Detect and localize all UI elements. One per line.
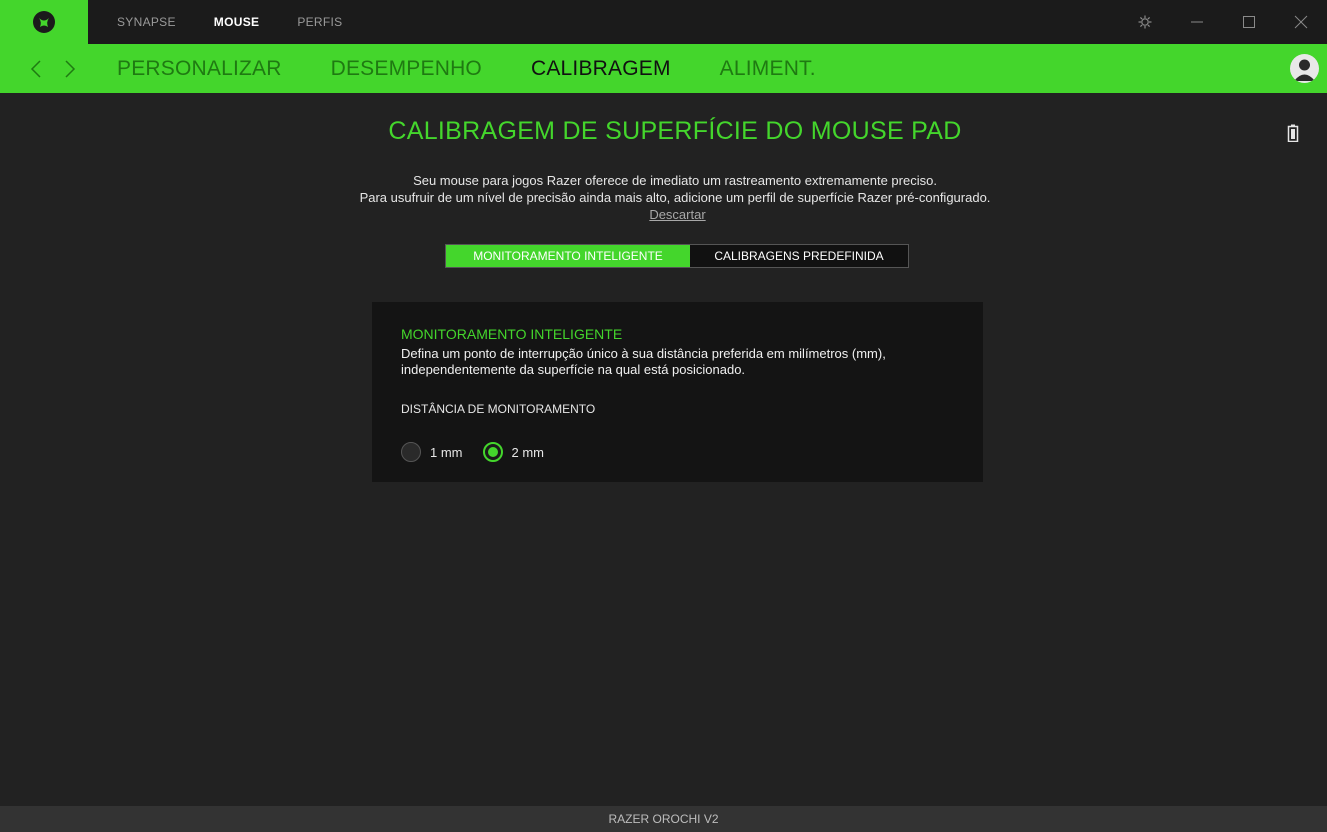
radio-unchecked-icon[interactable] [401, 442, 421, 462]
maximize-button[interactable] [1223, 0, 1275, 44]
panel-title: MONITORAMENTO INTELIGENTE [401, 326, 623, 342]
option-1mm-label: 1 mm [430, 444, 463, 460]
option-1mm[interactable]: 1 mm [401, 442, 463, 462]
device-nav-bar: PERSONALIZAR DESEMPENHO CALIBRAGEM ALIME… [0, 44, 1327, 93]
page-title: CALIBRAGEM DE SUPERFÍCIE DO MOUSE PAD [388, 117, 962, 145]
razer-logo-button[interactable] [0, 0, 88, 44]
user-icon [1294, 59, 1315, 81]
close-icon [1294, 15, 1308, 29]
radio-checked-icon[interactable] [482, 442, 503, 462]
chevron-left-icon [30, 59, 41, 78]
description-line-2: Para usufruir de um nível de precisão ai… [359, 190, 991, 205]
top-tabs: SYNAPSE MOUSE PERFIS [117, 0, 380, 44]
tab-synapse[interactable]: SYNAPSE [117, 15, 176, 29]
radio-dot [487, 447, 498, 457]
maximize-icon [1243, 16, 1255, 28]
tracking-distance-options: 1 mm 2 mm [401, 442, 564, 462]
description-line-1: Seu mouse para jogos Razer oferece de im… [413, 173, 937, 188]
tab-aliment[interactable]: ALIMENT. [720, 57, 816, 81]
back-button[interactable] [22, 44, 50, 93]
title-bar: SYNAPSE MOUSE PERFIS [0, 0, 1327, 44]
dismiss-link[interactable]: Descartar [0, 207, 1327, 222]
tab-calibragem[interactable]: CALIBRAGEM [531, 57, 671, 81]
option-2mm[interactable]: 2 mm [482, 442, 545, 462]
tab-personalizar[interactable]: PERSONALIZAR [117, 57, 282, 81]
tab-mouse[interactable]: MOUSE [214, 15, 260, 29]
window-controls [1119, 0, 1327, 44]
option-2mm-label: 2 mm [511, 444, 545, 460]
smart-tracking-button[interactable]: MONITORAMENTO INTELIGENTE [446, 245, 690, 267]
panel-description: Defina um ponto de interrupção único à s… [401, 346, 886, 377]
preset-calibrations-button[interactable]: CALIBRAGENS PREDEFINIDA [690, 245, 908, 267]
device-name-footer: RAZER OROCHI V2 [0, 806, 1327, 832]
calibration-page: CALIBRAGEM DE SUPERFÍCIE DO MOUSE PAD Se… [0, 93, 1327, 806]
close-button[interactable] [1275, 0, 1327, 44]
settings-button[interactable] [1119, 0, 1171, 44]
smart-tracking-panel: MONITORAMENTO INTELIGENTE Defina um pont… [372, 302, 983, 482]
forward-button[interactable] [56, 44, 84, 93]
user-avatar[interactable] [1290, 54, 1319, 83]
tracking-distance-label: DISTÂNCIA DE MONITORAMENTO [401, 402, 596, 416]
sub-tabs: PERSONALIZAR DESEMPENHO CALIBRAGEM ALIME… [117, 44, 865, 93]
tab-perfis[interactable]: PERFIS [297, 15, 342, 29]
minimize-button[interactable] [1171, 0, 1223, 44]
minimize-icon [1191, 21, 1203, 23]
razer-synapse-window: SYNAPSE MOUSE PERFIS PERSONALIZAR DESEMP… [0, 0, 1327, 832]
chevron-right-icon [65, 59, 76, 78]
tab-desempenho[interactable]: DESEMPENHO [331, 57, 482, 81]
settings-icon [1138, 15, 1152, 29]
razer-logo-icon [33, 11, 55, 33]
calibration-mode-toggle: MONITORAMENTO INTELIGENTE CALIBRAGENS PR… [445, 244, 909, 268]
